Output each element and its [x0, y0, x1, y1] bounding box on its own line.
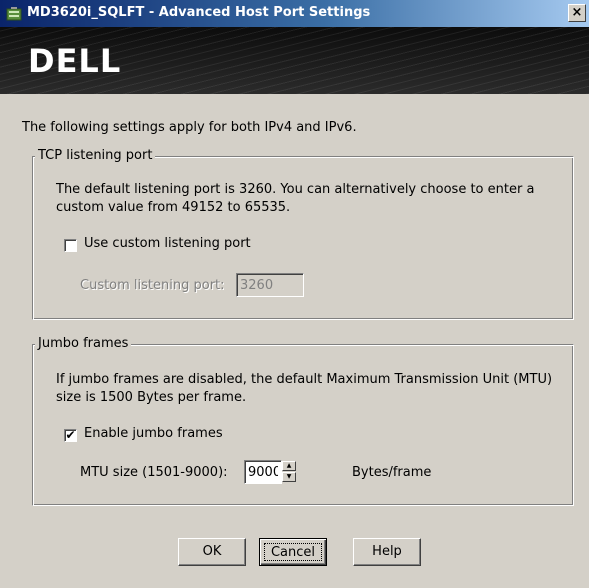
arrow-down-icon: ▼: [286, 473, 292, 480]
tcp-description: The default listening port is 3260. You …: [56, 182, 535, 215]
tcp-listening-port-group: TCP listening port The default listening…: [32, 148, 574, 320]
use-custom-port-label: Use custom listening port: [84, 236, 251, 251]
cancel-button-label: Cancel: [264, 543, 322, 561]
ok-button[interactable]: OK: [178, 538, 246, 566]
dell-banner: DELL: [0, 27, 589, 94]
enable-jumbo-checkbox[interactable]: ✔: [64, 429, 77, 442]
check-mark-icon: ✔: [65, 428, 76, 442]
custom-port-input[interactable]: [236, 273, 304, 297]
enable-jumbo-label: Enable jumbo frames: [84, 426, 223, 441]
custom-port-label: Custom listening port:: [80, 278, 225, 293]
dell-logo: DELL: [28, 42, 122, 80]
mtu-spin-down-button[interactable]: ▼: [282, 472, 296, 482]
mtu-spin-up-button[interactable]: ▲: [282, 461, 296, 471]
tcp-group-legend: TCP listening port: [35, 148, 156, 163]
window-title: MD3620i_SQLFT - Advanced Host Port Setti…: [27, 5, 371, 20]
jumbo-description: If jumbo frames are disabled, the defaul…: [56, 372, 553, 405]
mtu-unit-label: Bytes/frame: [352, 465, 432, 480]
jumbo-group-legend: Jumbo frames: [35, 336, 132, 351]
close-button[interactable]: ×: [568, 4, 586, 22]
title-bar: MD3620i_SQLFT - Advanced Host Port Setti…: [0, 0, 589, 27]
close-icon: ×: [571, 5, 583, 20]
intro-text: The following settings apply for both IP…: [22, 120, 357, 135]
storage-array-icon: [6, 7, 22, 21]
jumbo-frames-group: Jumbo frames If jumbo frames are disable…: [32, 336, 574, 506]
mtu-size-input[interactable]: [244, 460, 282, 484]
mtu-size-label: MTU size (1501-9000):: [80, 465, 228, 480]
arrow-up-icon: ▲: [286, 462, 292, 469]
use-custom-port-checkbox[interactable]: [64, 239, 77, 252]
help-button[interactable]: Help: [353, 538, 421, 566]
cancel-button[interactable]: Cancel: [259, 538, 327, 566]
